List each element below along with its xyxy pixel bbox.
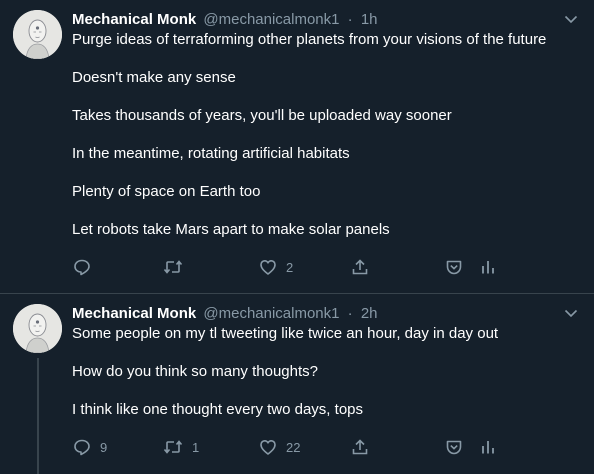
- thread-line: [37, 358, 39, 474]
- share-icon: [350, 437, 370, 457]
- tweet-line: Plenty of space on Earth too: [72, 183, 261, 200]
- tweet[interactable]: Mechanical Monk @mechanicalmonk1 · 1h Pu…: [0, 0, 594, 294]
- timestamp[interactable]: 1h: [361, 11, 378, 28]
- chevron-down-icon[interactable]: [562, 304, 580, 322]
- pocket-icon: [444, 437, 464, 457]
- tweet-line: Some people on my tl tweeting like twice…: [72, 325, 499, 342]
- tweet-line: In the meantime, rotating artificial hab…: [72, 145, 350, 162]
- heart-icon: [258, 257, 278, 277]
- reply-button[interactable]: 9: [72, 436, 107, 458]
- tweet-line: I think like one thought every two days,…: [72, 401, 363, 418]
- like-button[interactable]: 2: [258, 256, 293, 278]
- tweet-line: Purge ideas of terraforming other planet…: [72, 31, 547, 48]
- reply-button[interactable]: [72, 256, 100, 278]
- pocket-button[interactable]: [444, 256, 464, 278]
- author-name[interactable]: Mechanical Monk: [72, 305, 196, 322]
- tweet-line: How do you think so many thoughts?: [72, 363, 318, 380]
- pocket-icon: [444, 257, 464, 277]
- reply-count: 9: [100, 439, 108, 455]
- author-handle[interactable]: @mechanicalmonk1: [203, 305, 339, 322]
- heart-icon: [258, 437, 278, 457]
- retweet-icon: [162, 257, 184, 277]
- tweet-line: Let robots take Mars apart to make solar…: [72, 221, 390, 238]
- avatar[interactable]: [13, 304, 62, 353]
- share-button[interactable]: [350, 436, 370, 458]
- tweet-text: Some people on my tl tweeting like twice…: [72, 324, 577, 420]
- retweet-count: 1: [192, 439, 200, 455]
- pocket-button[interactable]: [444, 436, 464, 458]
- bar-chart-icon: [478, 437, 498, 457]
- retweet-button[interactable]: [162, 256, 192, 278]
- retweet-button[interactable]: 1: [162, 436, 199, 458]
- chevron-down-icon[interactable]: [562, 10, 580, 28]
- tweet-line: Takes thousands of years, you'll be uplo…: [72, 107, 452, 124]
- separator: ·: [347, 305, 353, 322]
- analytics-button[interactable]: [478, 436, 498, 458]
- retweet-icon: [162, 437, 184, 457]
- bar-chart-icon: [478, 257, 498, 277]
- separator: ·: [347, 11, 353, 28]
- like-count: 2: [286, 259, 294, 275]
- share-button[interactable]: [350, 256, 370, 278]
- author-name[interactable]: Mechanical Monk: [72, 11, 196, 28]
- like-button[interactable]: 22: [258, 436, 300, 458]
- tweet[interactable]: Mechanical Monk @mechanicalmonk1 · 2h So…: [0, 294, 594, 474]
- timestamp[interactable]: 2h: [361, 305, 378, 322]
- tweet-actions: 9 1 22: [72, 436, 502, 458]
- share-icon: [350, 257, 370, 277]
- tweet-header: Mechanical Monk @mechanicalmonk1 · 1h: [72, 10, 378, 30]
- analytics-button[interactable]: [478, 256, 498, 278]
- tweet-actions: 2: [72, 256, 502, 278]
- author-handle[interactable]: @mechanicalmonk1: [203, 11, 339, 28]
- reply-icon: [72, 257, 92, 277]
- avatar[interactable]: [13, 10, 62, 59]
- like-count: 22: [286, 439, 301, 455]
- tweet-header: Mechanical Monk @mechanicalmonk1 · 2h: [72, 304, 378, 324]
- reply-icon: [72, 437, 92, 457]
- tweet-text: Purge ideas of terraforming other planet…: [72, 30, 577, 240]
- tweet-line: Doesn't make any sense: [72, 69, 236, 86]
